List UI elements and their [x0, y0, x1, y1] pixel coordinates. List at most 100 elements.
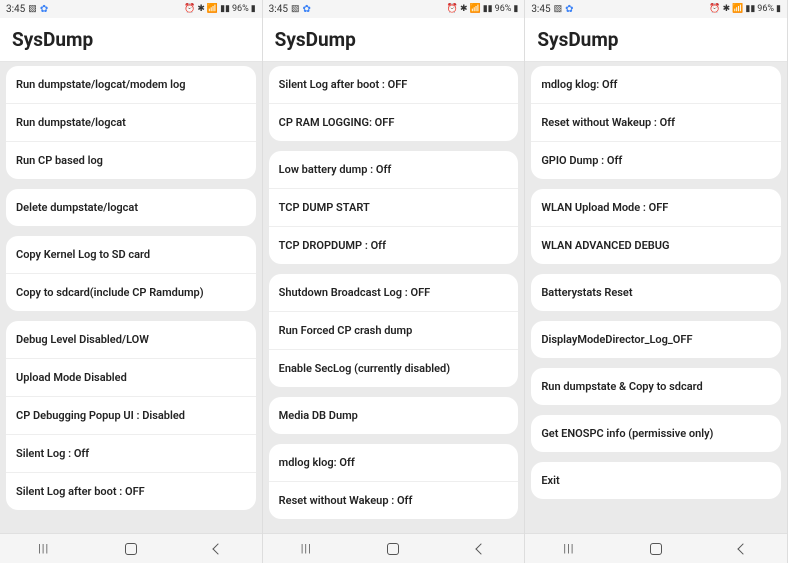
list-item[interactable]: Upload Mode Disabled — [6, 359, 256, 397]
alarm-icon: ⏰ — [184, 4, 195, 14]
list-item[interactable]: Silent Log after boot : OFF — [269, 66, 519, 104]
group: WLAN Upload Mode : OFF WLAN ADVANCED DEB… — [531, 189, 781, 264]
signal-icon: ▮▮ — [483, 4, 493, 14]
status-bar: 3:45 ▧ ✿ ⏰ ✱ 📶 ▮▮ 96% ▮ — [525, 0, 787, 18]
list-item[interactable]: WLAN Upload Mode : OFF — [531, 189, 781, 227]
list-item[interactable]: CP Debugging Popup UI : Disabled — [6, 397, 256, 435]
list-item[interactable]: Run CP based log — [6, 142, 256, 179]
screen-2: 3:45 ▧ ✿ ⏰ ✱ 📶 ▮▮ 96% ▮ SysDump Silent L… — [263, 0, 526, 563]
group: Debug Level Disabled/LOW Upload Mode Dis… — [6, 321, 256, 510]
list-item[interactable]: Copy to sdcard(include CP Ramdump) — [6, 274, 256, 311]
home-button[interactable] — [636, 539, 676, 559]
group: Copy Kernel Log to SD card Copy to sdcar… — [6, 236, 256, 311]
nav-bar: ||| — [263, 533, 525, 563]
list-item[interactable]: Run dumpstate & Copy to sdcard — [531, 368, 781, 405]
list-item[interactable]: Silent Log after boot : OFF — [6, 473, 256, 510]
list-item[interactable]: Run dumpstate/logcat/modem log — [6, 66, 256, 104]
list-item[interactable]: Exit — [531, 462, 781, 499]
title-bar: SysDump — [525, 18, 787, 62]
back-button[interactable] — [723, 539, 763, 559]
nav-bar: ||| — [525, 533, 787, 563]
list-item[interactable]: GPIO Dump : Off — [531, 142, 781, 179]
group: Shutdown Broadcast Log : OFF Run Forced … — [269, 274, 519, 387]
bluetooth-icon: ✱ — [723, 4, 731, 14]
wifi-icon: 📶 — [470, 4, 481, 14]
recents-button[interactable]: ||| — [24, 539, 64, 559]
list-item[interactable]: Enable SecLog (currently disabled) — [269, 350, 519, 387]
bluetooth-icon: ✱ — [197, 4, 205, 14]
group: Delete dumpstate/logcat — [6, 189, 256, 226]
status-time: 3:45 — [269, 4, 288, 15]
status-left: 3:45 ▧ ✿ — [6, 4, 48, 15]
back-button[interactable] — [198, 539, 238, 559]
list-item[interactable]: Delete dumpstate/logcat — [6, 189, 256, 226]
notification-icon: ▧ — [28, 4, 37, 14]
list-item[interactable]: TCP DROPDUMP : Off — [269, 227, 519, 264]
bluetooth-icon: ✱ — [460, 4, 468, 14]
content-area-1: Run dumpstate/logcat/modem log Run dumps… — [0, 62, 262, 533]
battery-percent: 96% — [232, 4, 249, 14]
list-item[interactable]: Silent Log : Off — [6, 435, 256, 473]
recents-button[interactable]: ||| — [286, 539, 326, 559]
wifi-icon: 📶 — [207, 4, 218, 14]
title-bar: SysDump — [0, 18, 262, 62]
screen-3: 3:45 ▧ ✿ ⏰ ✱ 📶 ▮▮ 96% ▮ SysDump mdlog kl… — [525, 0, 788, 563]
group: DisplayModeDirector_Log_OFF — [531, 321, 781, 358]
back-button[interactable] — [461, 539, 501, 559]
signal-icon: ▮▮ — [220, 4, 230, 14]
home-icon — [650, 543, 662, 555]
list-item[interactable]: Shutdown Broadcast Log : OFF — [269, 274, 519, 312]
notification-icon: ▧ — [554, 4, 563, 14]
group: mdlog klog: Off Reset without Wakeup : O… — [531, 66, 781, 179]
list-item[interactable]: DisplayModeDirector_Log_OFF — [531, 321, 781, 358]
alarm-icon: ⏰ — [447, 4, 458, 14]
list-item[interactable]: TCP DUMP START — [269, 189, 519, 227]
list-item[interactable]: mdlog klog: Off — [531, 66, 781, 104]
list-item[interactable]: CP RAM LOGGING: OFF — [269, 104, 519, 141]
home-icon — [387, 543, 399, 555]
battery-percent: 96% — [495, 4, 512, 14]
nav-bar: ||| — [0, 533, 262, 563]
page-title: SysDump — [12, 28, 250, 51]
battery-icon: ▮ — [251, 4, 256, 14]
group: Get ENOSPC info (permissive only) — [531, 415, 781, 452]
home-button[interactable] — [373, 539, 413, 559]
list-item[interactable]: Get ENOSPC info (permissive only) — [531, 415, 781, 452]
list-item[interactable]: Media DB Dump — [269, 397, 519, 434]
group: Exit — [531, 462, 781, 499]
status-time: 3:45 — [6, 4, 25, 15]
notification-icon: ▧ — [291, 4, 300, 14]
status-bar: 3:45 ▧ ✿ ⏰ ✱ 📶 ▮▮ 96% ▮ — [263, 0, 525, 18]
home-button[interactable] — [111, 539, 151, 559]
list-item[interactable]: Batterystats Reset — [531, 274, 781, 311]
list-item[interactable]: Run Forced CP crash dump — [269, 312, 519, 350]
status-left: 3:45 ▧ ✿ — [269, 4, 311, 15]
battery-percent: 96% — [757, 4, 774, 14]
battery-icon: ▮ — [513, 4, 518, 14]
list-item[interactable]: Low battery dump : Off — [269, 151, 519, 189]
list-item[interactable]: mdlog klog: Off — [269, 444, 519, 482]
signal-icon: ▮▮ — [745, 4, 755, 14]
list-item[interactable]: Reset without Wakeup : Off — [531, 104, 781, 142]
settings-icon: ✿ — [302, 4, 310, 15]
list-item[interactable]: WLAN ADVANCED DEBUG — [531, 227, 781, 264]
status-right: ⏰ ✱ 📶 ▮▮ 96% ▮ — [184, 4, 256, 14]
list-item[interactable]: Run dumpstate/logcat — [6, 104, 256, 142]
status-right: ⏰ ✱ 📶 ▮▮ 96% ▮ — [447, 4, 519, 14]
group: mdlog klog: Off Reset without Wakeup : O… — [269, 444, 519, 519]
status-bar: 3:45 ▧ ✿ ⏰ ✱ 📶 ▮▮ 96% ▮ — [0, 0, 262, 18]
recents-button[interactable]: ||| — [549, 539, 589, 559]
wifi-icon: 📶 — [732, 4, 743, 14]
list-item[interactable]: Copy Kernel Log to SD card — [6, 236, 256, 274]
group: Media DB Dump — [269, 397, 519, 434]
settings-icon: ✿ — [565, 4, 573, 15]
status-time: 3:45 — [531, 4, 550, 15]
battery-icon: ▮ — [776, 4, 781, 14]
list-item[interactable]: Reset without Wakeup : Off — [269, 482, 519, 519]
status-left: 3:45 ▧ ✿ — [531, 4, 573, 15]
group: Silent Log after boot : OFF CP RAM LOGGI… — [269, 66, 519, 141]
page-title: SysDump — [537, 28, 775, 51]
title-bar: SysDump — [263, 18, 525, 62]
screen-1: 3:45 ▧ ✿ ⏰ ✱ 📶 ▮▮ 96% ▮ SysDump Run dump… — [0, 0, 263, 563]
list-item[interactable]: Debug Level Disabled/LOW — [6, 321, 256, 359]
